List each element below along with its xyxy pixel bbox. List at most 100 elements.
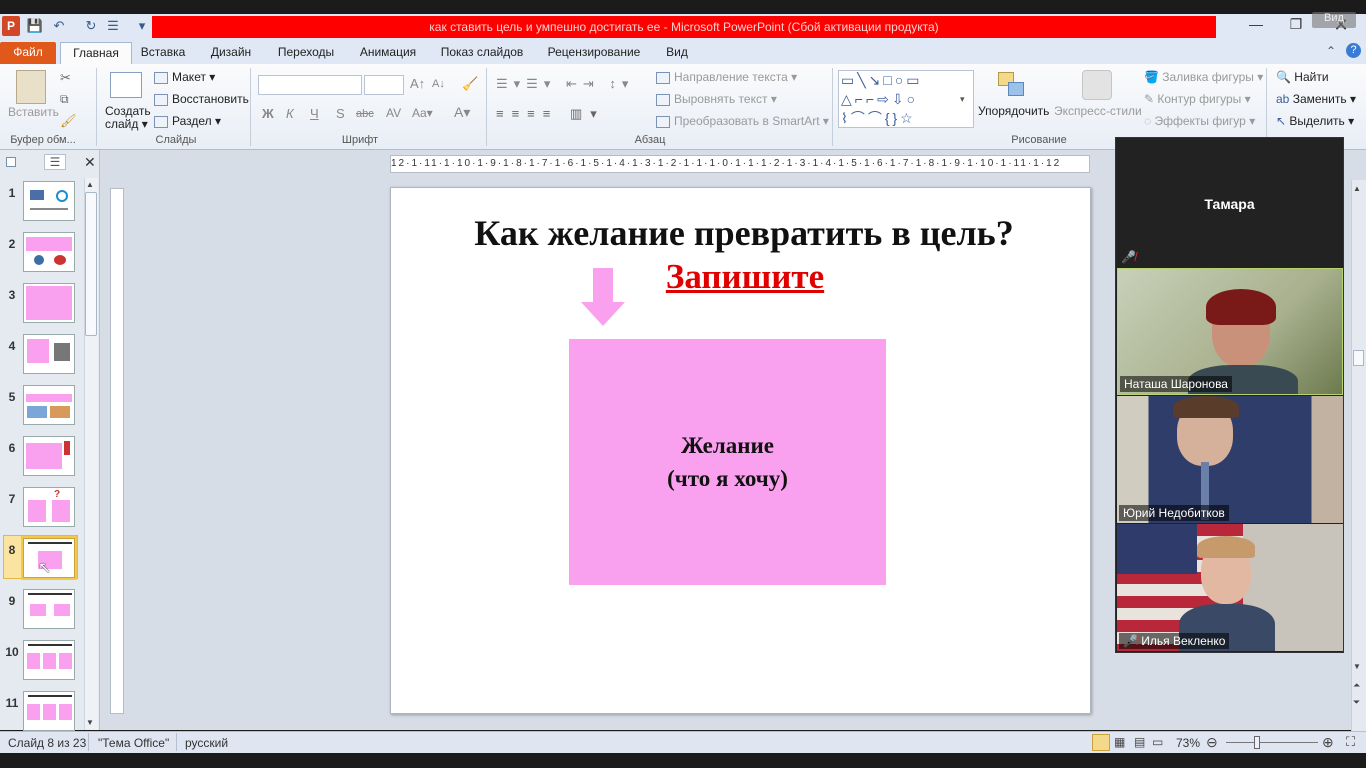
next-slide-icon[interactable]: ⏷ bbox=[1353, 697, 1360, 708]
slide-thumbnail-7[interactable]: ? bbox=[23, 487, 75, 527]
quick-styles-button[interactable]: Экспресс-стили bbox=[1054, 104, 1142, 118]
slide-thumbnail-5[interactable] bbox=[23, 385, 75, 425]
find-button[interactable]: 🔍 Найти bbox=[1276, 70, 1329, 84]
shape-outline-button[interactable]: ✎ Контур фигуры ▾ bbox=[1144, 92, 1251, 106]
paste-button[interactable]: Вставить bbox=[8, 105, 59, 119]
tab-design[interactable]: Дизайн bbox=[204, 43, 258, 64]
smartart-button[interactable]: Преобразовать в SmartArt ▾ bbox=[656, 114, 829, 128]
editor-scroll-thumb[interactable] bbox=[1353, 350, 1364, 366]
clear-format-icon[interactable]: 🧹 bbox=[462, 76, 478, 92]
help-icon[interactable]: ? bbox=[1346, 43, 1361, 58]
italic-button[interactable]: К bbox=[286, 106, 294, 121]
tab-transitions[interactable]: Переходы bbox=[270, 43, 342, 64]
zoom-slider[interactable] bbox=[1226, 742, 1318, 743]
slides-tab-icon[interactable] bbox=[6, 157, 16, 167]
zoom-level[interactable]: 73% bbox=[1176, 736, 1200, 750]
slide-thumbnail-10[interactable] bbox=[23, 640, 75, 680]
quick-styles-icon[interactable] bbox=[1082, 70, 1112, 100]
shapes-gallery[interactable]: ▭╲↘□○▭ △⌐⌐⇨⇩○ ⌇⌒⌒{}☆ bbox=[838, 70, 974, 128]
strikethrough-button[interactable]: abc bbox=[356, 108, 374, 120]
font-family-select[interactable] bbox=[258, 75, 362, 95]
font-color-icon[interactable]: A▾ bbox=[454, 104, 470, 121]
tab-slideshow[interactable]: Показ слайдов bbox=[436, 43, 528, 64]
list-buttons-icon[interactable]: ☰▾☰▾ ⇤⇥ ↕▾ bbox=[496, 76, 634, 92]
panel-close-icon[interactable]: ✕ bbox=[84, 154, 96, 171]
participant-video-3[interactable]: 🎤̸ Илья Векленко bbox=[1117, 524, 1343, 651]
tab-home[interactable]: Главная bbox=[60, 42, 132, 65]
scroll-down-icon[interactable]: ▼ bbox=[86, 718, 94, 727]
slide-thumbnail-3[interactable] bbox=[23, 283, 75, 323]
save-icon[interactable]: 💾 bbox=[26, 17, 44, 35]
new-slide-icon[interactable] bbox=[110, 72, 142, 98]
underline-button[interactable]: Ч bbox=[310, 106, 319, 121]
collapse-ribbon-icon[interactable]: ⌃ bbox=[1326, 44, 1336, 58]
slide-thumbnail-4[interactable] bbox=[23, 334, 75, 374]
desire-box[interactable]: Желание (что я хочу) bbox=[569, 339, 886, 585]
fit-to-window-icon[interactable]: ⛶ bbox=[1346, 734, 1355, 750]
down-arrow-shape[interactable] bbox=[579, 268, 627, 328]
slide-title[interactable]: Как желание превратить в цель? bbox=[391, 212, 1097, 254]
shadow-button[interactable]: S bbox=[336, 106, 345, 121]
slide-subtitle[interactable]: Запишите bbox=[657, 257, 833, 297]
sorter-view-icon[interactable]: ▦ bbox=[1114, 735, 1125, 749]
thumbnail-scroll-thumb[interactable] bbox=[85, 192, 97, 336]
select-button[interactable]: ↖ Выделить ▾ bbox=[1276, 114, 1354, 128]
tab-review[interactable]: Рецензирование bbox=[540, 43, 648, 64]
align-buttons-icon[interactable]: ≡≡≡≡ ▥▾ bbox=[496, 106, 605, 122]
zoom-in-icon[interactable]: ⊕ bbox=[1322, 734, 1334, 751]
participant-video-1[interactable]: Наташа Шаронова bbox=[1117, 268, 1343, 395]
redo-icon[interactable]: ↻ bbox=[82, 17, 100, 35]
shapes-more-icon[interactable]: ▾ bbox=[960, 94, 965, 105]
reading-view-icon[interactable]: ▤ bbox=[1134, 735, 1145, 749]
zoom-out-icon[interactable]: ⊖ bbox=[1206, 734, 1218, 751]
copy-icon[interactable]: ⧉ bbox=[60, 92, 69, 107]
slide-thumbnail-2[interactable] bbox=[23, 232, 75, 272]
zoom-slider-thumb[interactable] bbox=[1254, 736, 1260, 749]
tab-insert[interactable]: Вставка bbox=[136, 43, 190, 64]
shape-fill-button[interactable]: 🪣 Заливка фигуры ▾ bbox=[1144, 70, 1263, 84]
slide-thumbnail-11[interactable] bbox=[23, 691, 75, 731]
text-direction-button[interactable]: Направление текста ▾ bbox=[656, 70, 797, 84]
tab-view[interactable]: Вид bbox=[660, 43, 694, 64]
font-size-select[interactable] bbox=[364, 75, 404, 95]
editor-scroll-up-icon[interactable]: ▲ bbox=[1353, 184, 1361, 193]
new-slide-button[interactable]: Создать слайд ▾ bbox=[105, 105, 151, 131]
section-button[interactable]: Раздел ▾ bbox=[154, 114, 221, 128]
layout-button[interactable]: Макет ▾ bbox=[154, 70, 215, 84]
cut-icon[interactable]: ✂ bbox=[60, 70, 71, 86]
minimize-button[interactable]: — bbox=[1246, 16, 1266, 36]
scroll-up-icon[interactable]: ▲ bbox=[86, 180, 94, 189]
restore-button[interactable]: ❐ bbox=[1286, 16, 1306, 36]
format-painter-icon[interactable]: 🖌 bbox=[60, 113, 77, 129]
paste-icon[interactable] bbox=[16, 70, 46, 104]
slide-thumbnail-9[interactable] bbox=[23, 589, 75, 629]
slide-thumbnail-6[interactable] bbox=[23, 436, 75, 476]
shrink-font-icon[interactable]: A↓ bbox=[432, 78, 445, 90]
slide-canvas[interactable]: Как желание превратить в цель? Запишите … bbox=[390, 187, 1091, 714]
shape-effects-button[interactable]: ◌ Эффекты фигур ▾ bbox=[1144, 114, 1255, 128]
normal-view-icon[interactable] bbox=[1092, 734, 1110, 751]
prev-slide-icon[interactable]: ⏶ bbox=[1353, 680, 1360, 691]
grow-font-icon[interactable]: A↑ bbox=[410, 76, 425, 91]
editor-scrollbar[interactable] bbox=[1351, 180, 1366, 731]
undo-icon[interactable]: ↶ bbox=[50, 17, 68, 35]
replace-button[interactable]: ab Заменить ▾ bbox=[1276, 92, 1356, 106]
participant-video-2[interactable]: Юрий Недобитков bbox=[1117, 396, 1343, 523]
reset-button[interactable]: Восстановить bbox=[154, 92, 249, 106]
theme-name[interactable]: "Тема Office" bbox=[98, 736, 169, 750]
tab-animation[interactable]: Анимация bbox=[354, 43, 422, 64]
align-text-button[interactable]: Выровнять текст ▾ bbox=[656, 92, 777, 106]
editor-scroll-down-icon[interactable]: ▼ bbox=[1353, 662, 1361, 671]
tab-file[interactable]: Файл bbox=[0, 42, 56, 64]
bold-button[interactable]: Ж bbox=[262, 106, 274, 121]
char-spacing-icon[interactable]: AV bbox=[386, 106, 401, 120]
outline-tab-icon[interactable]: ☰ bbox=[44, 154, 66, 170]
slideshow-view-icon[interactable]: ▭ bbox=[1152, 735, 1163, 749]
language[interactable]: русский bbox=[185, 736, 228, 750]
powerpoint-logo-icon[interactable]: P bbox=[2, 16, 20, 36]
arrange-button[interactable]: Упорядочить bbox=[978, 104, 1049, 118]
arrange-icon[interactable] bbox=[996, 70, 1030, 102]
change-case-icon[interactable]: Aa▾ bbox=[412, 106, 433, 120]
slide-thumbnail-1[interactable] bbox=[23, 181, 75, 221]
bullet-list-icon[interactable]: ☰ bbox=[104, 17, 122, 35]
